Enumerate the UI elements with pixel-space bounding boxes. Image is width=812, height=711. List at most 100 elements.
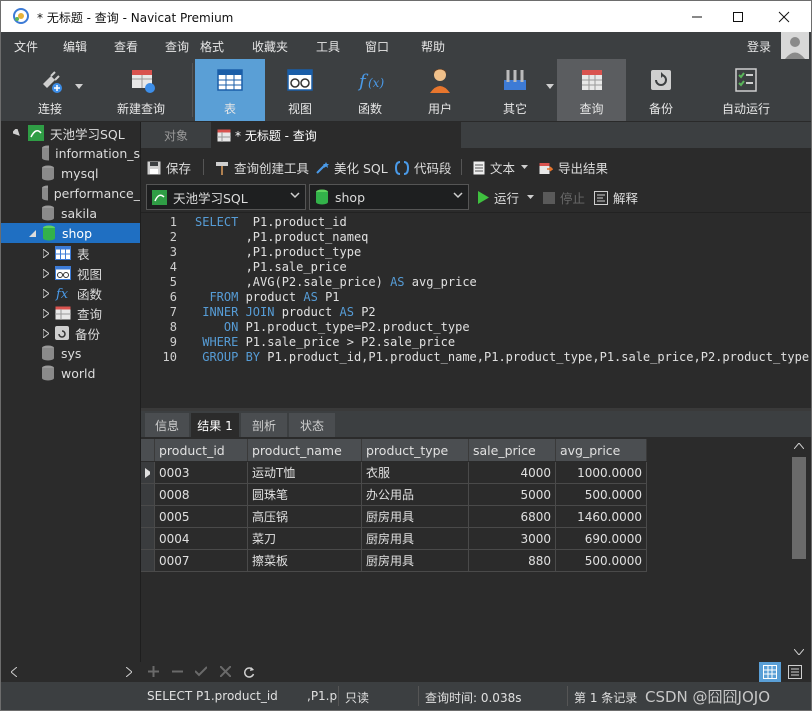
row-indicator[interactable] xyxy=(141,506,155,528)
code-line[interactable]: WHERE P1.sale_price > P2.sale_price xyxy=(195,335,455,349)
expand-arrow-icon[interactable] xyxy=(43,268,49,278)
apply-check-icon[interactable] xyxy=(195,666,207,677)
table-cell[interactable]: 高压锅 xyxy=(248,506,362,528)
tree-folder-queries[interactable]: 查询 xyxy=(1,303,140,323)
table-cell[interactable]: 厨房用具 xyxy=(362,550,469,572)
query-builder-button[interactable]: 查询创建工具 xyxy=(215,158,309,177)
tree-db-item[interactable]: sakila xyxy=(1,203,140,223)
beautify-sql-button[interactable]: 美化 SQL xyxy=(315,158,388,177)
tree-db-item[interactable]: performance_ xyxy=(1,183,140,203)
menu-tools[interactable]: 工具 xyxy=(316,38,340,55)
toolbar-query-button[interactable]: 查询 xyxy=(557,59,626,121)
chevron-down-icon[interactable] xyxy=(527,195,535,200)
database-select[interactable]: shop xyxy=(309,184,469,210)
stop-button[interactable]: 停止 xyxy=(543,188,585,207)
tree-db-item[interactable]: world xyxy=(1,363,140,383)
scroll-up-icon[interactable] xyxy=(794,443,804,449)
table-cell[interactable]: 0008 xyxy=(155,484,248,506)
toolbar-table-button[interactable]: 表 xyxy=(195,59,265,121)
discard-x-icon[interactable] xyxy=(220,666,231,677)
code-line[interactable]: SELECT P1.product_id xyxy=(195,215,347,229)
tree-db-item-shop[interactable]: shop xyxy=(1,223,140,243)
table-cell[interactable]: 500.0000 xyxy=(556,550,647,572)
toolbar-other-button[interactable]: 其它 xyxy=(479,59,551,121)
tab-profile[interactable]: 剖析 xyxy=(241,413,287,437)
run-button[interactable]: 运行 xyxy=(477,188,535,207)
scroll-down-icon[interactable] xyxy=(794,649,804,655)
scroll-thumb[interactable] xyxy=(792,457,806,559)
row-indicator[interactable] xyxy=(141,550,155,572)
table-cell[interactable]: 880 xyxy=(469,550,556,572)
sidebar-horizontal-scrollbar[interactable] xyxy=(1,662,140,682)
menu-window[interactable]: 窗口 xyxy=(365,38,389,55)
row-indicator[interactable] xyxy=(141,528,155,550)
table-cell[interactable]: 圆珠笔 xyxy=(248,484,362,506)
expand-arrow-icon[interactable] xyxy=(43,328,49,338)
table-cell[interactable]: 0004 xyxy=(155,528,248,550)
column-header[interactable]: sale_price xyxy=(469,439,556,461)
menu-view[interactable]: 查看 xyxy=(114,38,138,55)
column-header[interactable]: product_name xyxy=(248,439,362,461)
table-cell[interactable]: 6800 xyxy=(469,506,556,528)
toolbar-new-query-button[interactable]: 新建查询 xyxy=(96,59,186,121)
chevron-down-icon[interactable] xyxy=(546,84,554,90)
chevron-down-icon[interactable] xyxy=(521,165,529,170)
grid-view-button[interactable] xyxy=(759,662,781,682)
tab-objects[interactable]: 对象 xyxy=(141,122,211,148)
menu-edit[interactable]: 编辑 xyxy=(63,38,87,55)
code-line[interactable]: ,P1.sale_price xyxy=(195,260,347,274)
table-cell[interactable]: 运动T恤 xyxy=(248,462,362,484)
tab-query[interactable]: * 无标题 - 查询 xyxy=(211,122,461,148)
code-line[interactable]: ,P1.product_nameq xyxy=(195,230,369,244)
column-header[interactable]: product_id xyxy=(155,439,248,461)
toolbar-automation-button[interactable]: 自动运行 xyxy=(701,59,791,121)
tab-status[interactable]: 状态 xyxy=(289,413,335,437)
tree-folder-views[interactable]: 视图 xyxy=(1,263,140,283)
table-cell[interactable]: 4000 xyxy=(469,462,556,484)
tree-folder-backups[interactable]: 备份 xyxy=(1,323,140,343)
chevron-down-icon[interactable] xyxy=(75,84,83,90)
code-line[interactable]: FROM product AS P1 xyxy=(195,290,339,304)
form-view-button[interactable] xyxy=(784,662,806,682)
code-line[interactable]: INNER JOIN product AS P2 xyxy=(195,305,375,319)
table-cell[interactable]: 菜刀 xyxy=(248,528,362,550)
menu-favorites[interactable]: 收藏夹 xyxy=(252,38,288,55)
maximize-button[interactable] xyxy=(715,1,761,32)
toolbar-function-button[interactable]: f (x) 函数 xyxy=(335,59,405,121)
tree-db-item[interactable]: sys xyxy=(1,343,140,363)
tree-folder-tables[interactable]: 表 xyxy=(1,243,140,263)
add-record-icon[interactable] xyxy=(148,666,159,677)
login-link[interactable]: 登录 xyxy=(747,38,771,55)
table-cell[interactable]: 0003 xyxy=(155,462,248,484)
code-line[interactable]: ,P1.product_type xyxy=(195,245,362,259)
collapse-arrow-icon[interactable] xyxy=(13,128,22,138)
toolbar-backup-button[interactable]: 备份 xyxy=(626,59,696,121)
toolbar-connect-button[interactable]: 连接 xyxy=(15,59,85,121)
menu-format[interactable]: 格式 xyxy=(200,38,224,55)
export-results-button[interactable]: 导出结果 xyxy=(539,158,608,177)
expand-arrow-icon[interactable] xyxy=(43,288,49,298)
expand-arrow-icon[interactable] xyxy=(43,308,49,318)
collapse-arrow-icon[interactable] xyxy=(29,229,36,238)
tree-folder-functions[interactable]: fx 函数 xyxy=(1,283,140,303)
table-cell[interactable]: 0005 xyxy=(155,506,248,528)
tab-info[interactable]: 信息 xyxy=(145,413,189,437)
table-cell[interactable]: 擦菜板 xyxy=(248,550,362,572)
table-cell[interactable]: 690.0000 xyxy=(556,528,647,550)
tree-db-item[interactable]: mysql xyxy=(1,163,140,183)
table-cell[interactable]: 衣服 xyxy=(362,462,469,484)
column-header[interactable]: avg_price xyxy=(556,439,647,461)
tab-result-1[interactable]: 结果 1 xyxy=(191,413,239,437)
code-line[interactable]: GROUP BY P1.product_id,P1.product_name,P… xyxy=(195,350,809,364)
code-line[interactable]: ON P1.product_type=P2.product_type xyxy=(195,320,470,334)
toolbar-user-button[interactable]: 用户 xyxy=(405,59,475,121)
table-cell[interactable]: 办公用品 xyxy=(362,484,469,506)
text-button[interactable]: 文本 xyxy=(473,158,529,177)
tree-db-item[interactable]: information_s xyxy=(1,143,140,163)
avatar[interactable] xyxy=(781,32,809,59)
code-snippet-button[interactable]: 代码段 xyxy=(395,158,452,177)
explain-button[interactable]: 解释 xyxy=(594,188,638,207)
expand-arrow-icon[interactable] xyxy=(43,248,49,258)
result-vertical-scrollbar[interactable] xyxy=(789,439,809,661)
scroll-right-icon[interactable] xyxy=(126,667,132,677)
